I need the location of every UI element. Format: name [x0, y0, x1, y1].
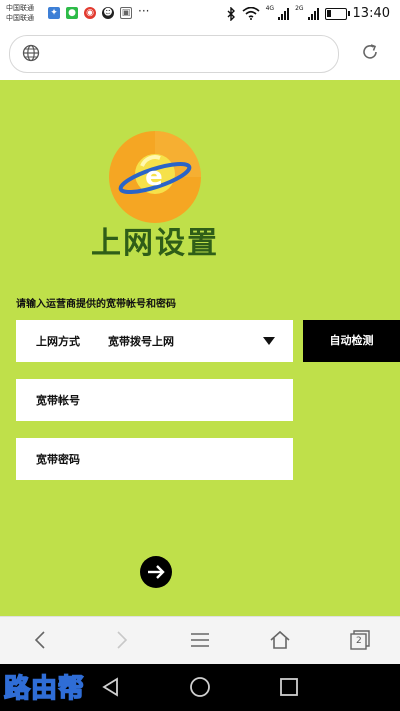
account-input[interactable]: 宽带帐号: [16, 379, 293, 421]
tabs-icon[interactable]: 2: [349, 629, 371, 651]
system-indicators: 4G 2G 13:40: [226, 5, 390, 21]
bluetooth-icon: [227, 6, 235, 21]
wifi-icon: [242, 7, 260, 20]
nav-home-icon[interactable]: [189, 676, 211, 698]
signal1-label: 4G: [265, 5, 275, 12]
weibo-red-icon: ◉: [84, 7, 96, 19]
connection-type-value: 宽带拨号上网: [108, 335, 174, 348]
brand-watermark: 路由帮: [3, 673, 86, 705]
home-icon[interactable]: [269, 629, 291, 651]
forward-icon[interactable]: [110, 629, 132, 651]
password-placeholder: 宽带密码: [36, 453, 80, 466]
password-input[interactable]: 宽带密码: [16, 438, 293, 480]
signal2-label: 2G: [295, 5, 304, 12]
account-placeholder: 宽带帐号: [36, 394, 80, 407]
connection-type-label: 上网方式: [36, 335, 80, 348]
globe-icon: [22, 44, 40, 62]
setup-page: e 上网设置 请输入运营商提供的宽带帐号和密码 上网方式 宽带拨号上网 自动检测…: [0, 80, 400, 616]
connection-type-select[interactable]: 上网方式 宽带拨号上网: [16, 320, 293, 362]
qq-icon: ☻: [102, 7, 114, 19]
nav-recents-icon[interactable]: [278, 676, 300, 698]
weibo-notif-icon: ✦: [48, 7, 60, 19]
nav-back-icon[interactable]: [100, 676, 122, 698]
auto-detect-button[interactable]: 自动检测: [303, 320, 400, 362]
carrier-line-2: 中国联通: [6, 14, 34, 22]
more-notifications: ···: [138, 4, 150, 18]
notification-icons: ✦ ● ◉ ☻ ▣ ···: [48, 4, 150, 19]
arrow-right-icon: [148, 565, 165, 579]
back-icon[interactable]: [30, 629, 52, 651]
reload-icon[interactable]: [360, 42, 380, 62]
browser-toolbar: 2: [0, 616, 400, 664]
page-title: 上网设置: [91, 226, 219, 261]
next-button[interactable]: [140, 556, 172, 588]
system-nav-bar: 路由帮: [0, 664, 400, 711]
wechat-notif-icon: ●: [66, 7, 78, 19]
clock: 13:40: [352, 6, 390, 21]
tab-count: 2: [356, 636, 362, 646]
instruction-text: 请输入运营商提供的宽带帐号和密码: [16, 299, 176, 310]
browser-url-area: [0, 30, 400, 80]
carrier-line-1: 中国联通: [6, 4, 34, 12]
dropdown-arrow-icon: [263, 337, 275, 345]
carrier-info: 中国联通 中国联通: [6, 3, 34, 23]
signal-icon: [278, 7, 290, 20]
svg-text:e: e: [145, 162, 163, 192]
status-bar: 中国联通 中国联通 ✦ ● ◉ ☻ ▣ ··· 4G 2G 13:40: [0, 0, 400, 30]
signal-2-icon: [307, 7, 319, 20]
url-input[interactable]: [9, 35, 339, 73]
menu-icon[interactable]: [189, 629, 211, 651]
image-icon: ▣: [120, 7, 132, 19]
logo-icon: e: [109, 131, 201, 223]
battery-icon: [324, 7, 350, 20]
